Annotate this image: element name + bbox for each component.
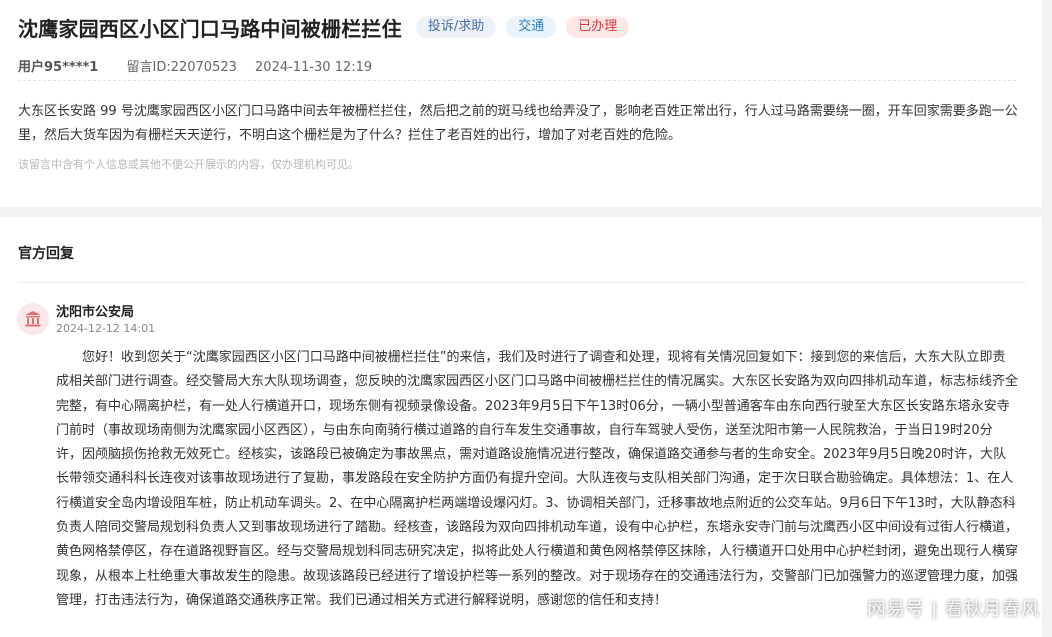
user-name: 用户95****1	[18, 60, 99, 75]
page-title: 沈鹰家园西区小区门口马路中间被栅栏拦住	[18, 16, 402, 41]
title-row: 沈鹰家园西区小区门口马路中间被栅栏拦住 投诉/求助 交通 已办理	[18, 12, 630, 42]
post-time: 2024-11-30 12:19	[255, 60, 373, 75]
reply-time: 2024-12-12 14:01	[56, 322, 156, 335]
category-tag: 交通	[506, 16, 557, 38]
reply-section-title: 官方回复	[18, 246, 74, 262]
divider	[18, 80, 1016, 81]
government-building-icon	[25, 311, 41, 327]
privacy-notice: 该留言中含有个人信息或其他不便公开展示的内容，仅办理机构可见。	[18, 158, 359, 171]
avatar	[17, 303, 49, 335]
post-meta: 用户95****1 留言ID:22070523 2024-11-30 12:19	[18, 56, 372, 75]
org-name: 沈阳市公安局	[56, 305, 135, 320]
divider	[18, 282, 1026, 283]
type-tag: 投诉/求助	[415, 16, 497, 38]
status-badge: 已办理	[566, 16, 630, 38]
post-card: 沈鹰家园西区小区门口马路中间被栅栏拦住 投诉/求助 交通 已办理 用户95***…	[0, 0, 1042, 207]
reply-body: 您好！收到您关于“沈鹰家园西区小区门口马路中间被栅栏拦住”的来信，我们及时进行了…	[56, 350, 1019, 608]
post-content: 大东区长安路 99 号沈鹰家园西区小区门口马路中间去年被栅栏拦住，然后把之前的斑…	[18, 104, 1018, 143]
message-id: 留言ID:22070523	[126, 60, 237, 75]
watermark: 网易号 | 看秋月春风	[867, 599, 1040, 620]
